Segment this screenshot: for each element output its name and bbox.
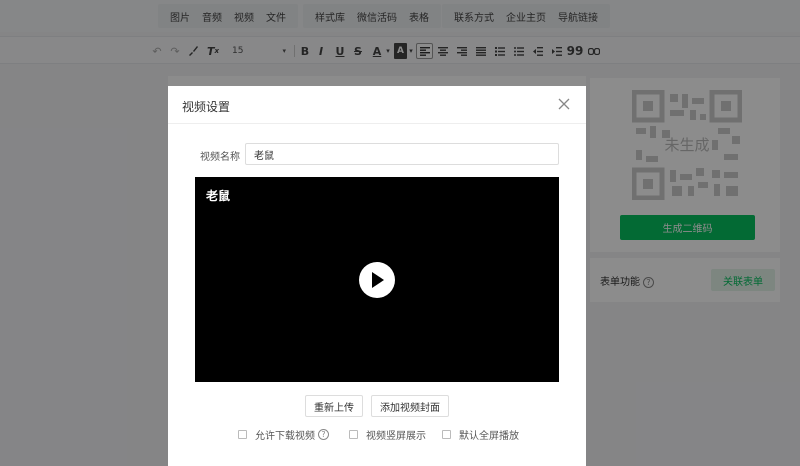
vertical-display-label: 视频竖屏展示	[366, 431, 426, 442]
help-icon[interactable]: ?	[318, 429, 329, 440]
reupload-button[interactable]: 重新上传	[305, 395, 363, 417]
play-icon[interactable]	[359, 262, 395, 298]
video-player[interactable]: 老鼠	[195, 177, 559, 382]
allow-download-option[interactable]: 允许下载视频 ?	[238, 427, 329, 442]
video-settings-dialog: 视频设置 视频名称 老鼠 重新上传 添加视频封面 允许下载视频 ? 视频竖屏展示…	[168, 86, 586, 466]
dialog-header: 视频设置	[168, 86, 586, 124]
video-name-label: 视频名称	[200, 152, 240, 163]
default-fullscreen-checkbox[interactable]	[442, 430, 451, 439]
vertical-display-option[interactable]: 视频竖屏展示	[349, 427, 426, 442]
allow-download-checkbox[interactable]	[238, 430, 247, 439]
dialog-title: 视频设置	[182, 100, 231, 114]
close-icon[interactable]	[556, 96, 572, 112]
add-cover-button[interactable]: 添加视频封面	[371, 395, 449, 417]
allow-download-label: 允许下载视频	[255, 431, 315, 442]
video-name-input[interactable]	[245, 143, 559, 165]
vertical-display-checkbox[interactable]	[349, 430, 358, 439]
default-fullscreen-option[interactable]: 默认全屏播放	[442, 427, 519, 442]
default-fullscreen-label: 默认全屏播放	[459, 431, 519, 442]
video-overlay-title: 老鼠	[206, 189, 231, 203]
